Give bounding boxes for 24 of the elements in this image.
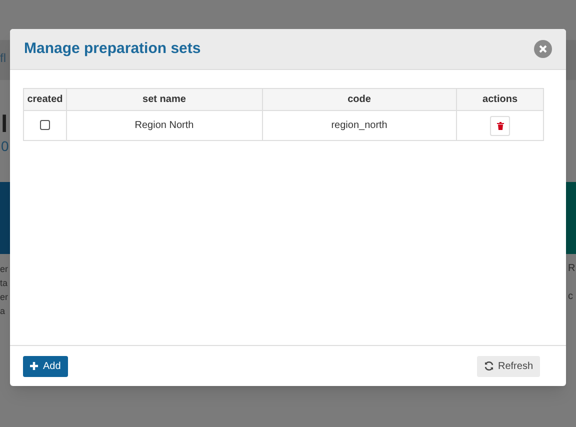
delete-button[interactable] (490, 116, 510, 136)
page-subheading: 0 (1, 137, 9, 155)
add-button[interactable]: Add (23, 356, 68, 376)
refresh-icon (484, 361, 494, 371)
column-header: actions (456, 88, 544, 110)
column-header: created (24, 88, 66, 110)
column-header: code (262, 88, 457, 110)
close-button[interactable] (534, 40, 552, 58)
modal-title: Manage preparation sets (24, 38, 201, 59)
refresh-button[interactable]: Refresh (476, 356, 540, 376)
card-text: er (0, 291, 8, 304)
card-text: c (568, 290, 574, 304)
page-heading: l (1, 114, 8, 136)
table-cell: region_north (262, 110, 457, 140)
table-cell: Region North (66, 110, 262, 140)
card-text: a (0, 305, 6, 318)
card-text: R (568, 262, 576, 276)
plus-icon (30, 362, 38, 370)
trash-icon (496, 122, 504, 130)
close-icon (539, 45, 547, 53)
column-header: set name (66, 88, 262, 110)
card-text: er (0, 263, 8, 276)
checkbox[interactable] (40, 120, 50, 130)
card-text: ta (0, 277, 8, 290)
